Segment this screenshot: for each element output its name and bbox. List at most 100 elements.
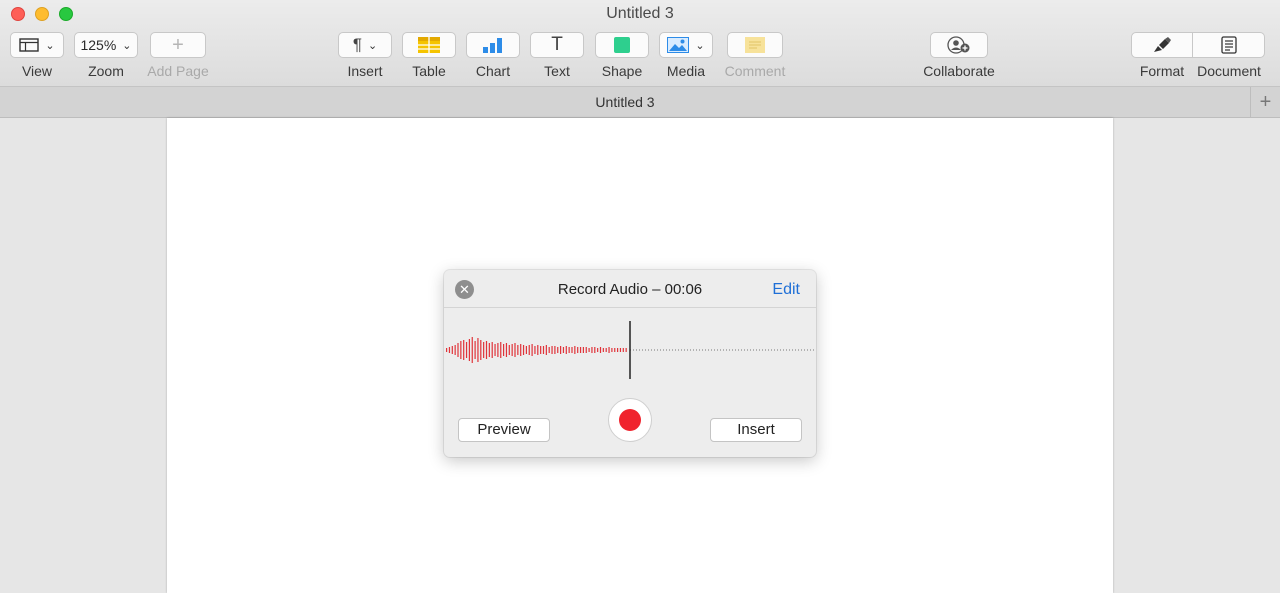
audio-waveform[interactable] [444,318,816,382]
view-label: View [21,63,53,79]
waveform-bar [625,348,627,352]
waveform-bar [542,346,545,354]
waveform-bar [577,347,579,353]
waveform-bar [503,344,505,356]
waveform-bar [483,342,485,358]
waveform-bar [474,341,476,359]
document-icon [1220,36,1237,54]
waveform-bar [568,347,570,353]
waveform-bar [599,347,602,353]
add-person-icon [947,36,970,54]
waveform-bar [565,346,567,354]
waveform-bar [520,344,522,356]
waveform-bar [465,342,468,358]
waveform-bar [522,345,525,355]
waveform-bar [545,345,547,355]
text-label: Text [544,63,570,79]
waveform-bar [540,346,542,354]
preview-button[interactable]: Preview [458,418,550,442]
waveform-bar [463,340,465,360]
bar-chart-icon [483,38,502,53]
waveform-bar [588,348,590,352]
waveform-bar [597,348,599,352]
waveform-bar [557,347,559,353]
waveform-bar [548,347,550,353]
plus-icon: + [1259,90,1272,113]
waveform-bar [537,345,539,355]
chevron-down-icon: ⌄ [122,39,132,52]
collaborate-button[interactable] [930,32,988,58]
waveform-bar [480,340,482,360]
waveform-bar [485,341,488,359]
waveform-bar [488,343,490,357]
waveform-bars [446,337,627,363]
waveform-bar [617,348,619,352]
add-page-label: Add Page [147,63,209,79]
chevron-down-icon: ⌄ [45,39,55,52]
waveform-bar [622,348,624,352]
text-button[interactable]: T [530,32,584,58]
waveform-bar [491,342,493,358]
chart-label: Chart [475,63,511,79]
waveform-bar [582,347,584,353]
collaborate-label: Collaborate [923,63,995,79]
table-label: Table [412,63,446,79]
document-label: Document [1197,63,1261,79]
zoom-label: Zoom [88,63,124,79]
waveform-bar [534,346,536,354]
waveform-bar [602,348,604,352]
waveform-bar [562,347,565,353]
shape-label: Shape [601,63,643,79]
waveform-bar [608,347,610,353]
shape-button[interactable] [595,32,649,58]
edit-button[interactable]: Edit [772,281,800,299]
media-label: Media [666,63,706,79]
waveform-bar [451,346,453,354]
waveform-bar [514,343,516,357]
waveform-bar [574,346,576,354]
view-button[interactable]: ⌄ [10,32,64,58]
divider [444,307,816,308]
waveform-bar [605,348,607,352]
waveform-bar [585,347,587,353]
comment-label: Comment [724,63,786,79]
waveform-bar [517,345,519,355]
chart-button[interactable] [466,32,520,58]
tab-bar: Untitled 3 + [0,87,1280,118]
format-button[interactable] [1131,32,1193,58]
format-label: Format [1139,63,1185,79]
waveform-bar [531,344,533,356]
waveform-bar [591,347,593,353]
tab-untitled-3[interactable]: Untitled 3 [0,94,1250,110]
waveform-bar [551,346,553,354]
waveform-bar [560,346,562,354]
chevron-down-icon: ⌄ [695,39,705,52]
waveform-bar [571,347,573,353]
waveform-bar [511,344,513,356]
waveform-bar [457,343,459,357]
zoom-value: 125% [80,37,117,53]
paintbrush-icon [1154,37,1171,52]
document-button[interactable] [1193,32,1265,58]
add-page-button[interactable]: + [150,32,206,58]
waveform-bar [611,348,613,352]
record-audio-popover: ✕ Record Audio – 00:06 Edit Preview Inse… [444,270,816,457]
waveform-bar [494,344,496,356]
waveform-bar [500,342,502,358]
waveform-bar [508,345,510,355]
record-button[interactable] [608,398,652,442]
table-icon [418,37,440,53]
media-button[interactable]: ⌄ [659,32,713,58]
table-button[interactable] [402,32,456,58]
text-icon: T [551,34,563,55]
window-title: Untitled 3 [606,5,674,22]
square-shape-icon [614,37,630,53]
insert-button[interactable]: ¶ ⌄ [338,32,392,58]
insert-button[interactable]: Insert [710,418,802,442]
waveform-bar [579,347,582,353]
new-tab-button[interactable]: + [1250,87,1280,117]
chevron-down-icon: ⌄ [367,39,378,52]
waveform-bar [497,343,499,357]
comment-button[interactable] [727,32,783,58]
zoom-select[interactable]: 125% ⌄ [74,32,138,58]
